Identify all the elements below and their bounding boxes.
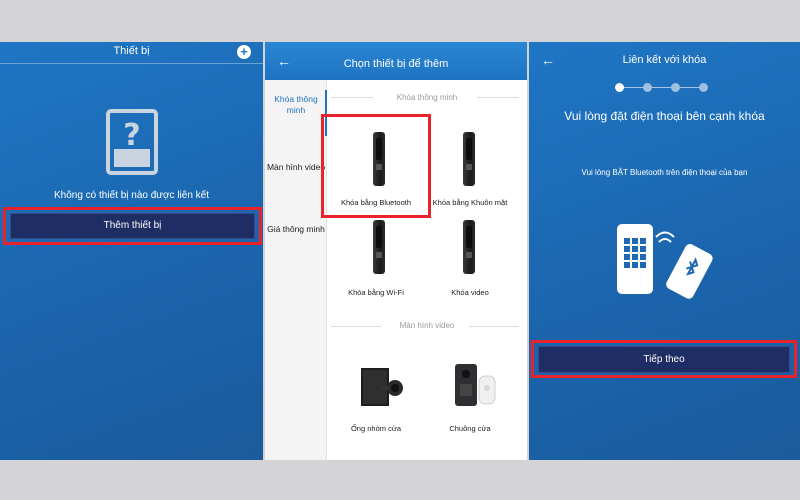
item-doorbell[interactable]: Chuông cửa [422, 424, 518, 433]
link-lock-title: Liên kết với khóa [622, 54, 707, 66]
lock-bluetooth-phone-icon [615, 220, 715, 305]
face-lock-image [463, 132, 475, 186]
doorbell-image [451, 360, 501, 410]
link-lock-header: ← Liên kết với khóa [529, 42, 800, 80]
category-sidebar: Khóa thông minh Màn hình video Giá thông… [265, 80, 327, 460]
category-smart-rack[interactable]: Giá thông minh [265, 224, 327, 235]
choose-device-header: ← Chọn thiết bị để thêm [265, 42, 527, 80]
devices-screen: Thiết bị + ? Không có thiết bị nào được … [0, 42, 263, 460]
empty-state-text: Không có thiết bị nào được liên kết [53, 190, 209, 201]
category-smart-lock[interactable]: Khóa thông minh [265, 94, 327, 116]
step-dot-3 [671, 83, 680, 92]
step-dot-4 [699, 83, 708, 92]
svg-text:?: ? [123, 118, 140, 153]
divider [469, 326, 519, 327]
device-question-icon: ? [106, 109, 158, 180]
video-lock-image [463, 220, 475, 274]
devices-title: Thiết bị [113, 45, 150, 57]
item-door-viewer[interactable]: Ống nhòm cửa [328, 424, 424, 433]
category-video-monitor[interactable]: Màn hình video [265, 162, 327, 173]
door-viewer-image [359, 364, 405, 410]
step-line [623, 87, 707, 88]
item-face-lock[interactable]: Khóa bằng Khuôn mặt [422, 198, 518, 207]
instruction-message: Vui lòng đặt điện thoại bên cạnh khóa [564, 109, 765, 123]
item-wifi-lock[interactable]: Khóa bằng Wi-Fi [328, 288, 424, 297]
add-device-button[interactable]: Thêm thiết bị [10, 213, 255, 239]
next-button[interactable]: Tiếp theo [538, 346, 790, 373]
devices-header: Thiết bị + [0, 42, 263, 64]
link-lock-screen: ← Liên kết với khóa Vui lòng đặt điện th… [529, 42, 800, 460]
divider [477, 97, 519, 98]
bluetooth-hint: Vui lòng BẬT Bluetooth trên điện thoại c… [581, 168, 748, 177]
step-dot-1 [615, 83, 624, 92]
highlight-frame [321, 114, 431, 218]
choose-device-screen: ← Chọn thiết bị để thêm Khóa thông minh … [265, 42, 527, 460]
step-dot-2 [643, 83, 652, 92]
item-video-lock[interactable]: Khóa video [422, 288, 518, 297]
step-progress [615, 83, 715, 93]
add-device-plus-icon[interactable]: + [237, 45, 251, 59]
wifi-lock-image [373, 220, 385, 274]
choose-device-title: Chọn thiết bị để thêm [343, 58, 449, 70]
